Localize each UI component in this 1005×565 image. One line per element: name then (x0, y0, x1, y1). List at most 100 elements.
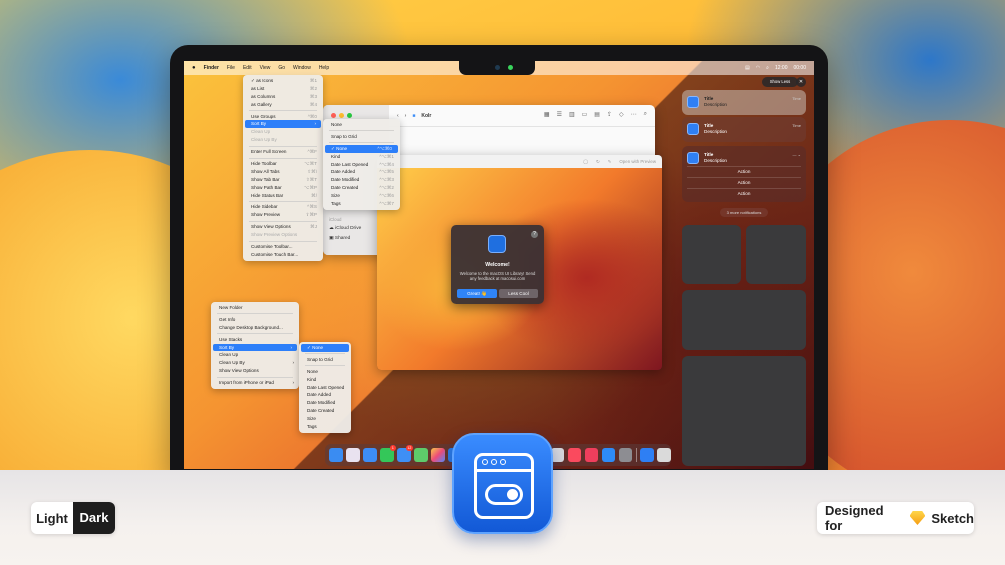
launchpad-icon[interactable] (346, 448, 360, 462)
menu-item[interactable]: Show View Options ⌘J (243, 223, 323, 231)
menu-item[interactable]: Clean Up (211, 351, 299, 359)
forward-icon[interactable]: › (405, 113, 407, 119)
menu-item[interactable]: Customise Toolbar... (243, 243, 323, 251)
menu-edit[interactable]: Edit (243, 65, 252, 71)
view-icons-icon[interactable]: ▦ (544, 111, 550, 118)
notification-3[interactable]: Title Description — ⌄ Action Action Acti… (682, 146, 806, 202)
menu-item[interactable]: Hide Status Bar ⌘/ (243, 192, 323, 200)
menu-item[interactable]: Date Added (299, 391, 351, 399)
menu-window[interactable]: Window (293, 65, 311, 71)
menu-item[interactable]: as Gallery ⌘4 (243, 101, 323, 109)
menu-item[interactable]: Use Stacks (211, 336, 299, 344)
show-less-button[interactable]: Show Less (762, 77, 798, 87)
menu-item[interactable]: Snap to Grid (323, 133, 400, 141)
menu-item[interactable]: Change Desktop Background... (211, 324, 299, 332)
widget-large[interactable] (682, 356, 806, 466)
menu-item[interactable]: Use Groups ^⌘0 (243, 113, 323, 121)
menu-item[interactable]: Size ^⌥⌘6 (323, 192, 400, 200)
control-center-icon[interactable]: ▤ (745, 65, 750, 71)
search-icon[interactable]: ⌕ (766, 65, 769, 71)
back-icon[interactable]: ‹ (397, 113, 399, 119)
minimize-button[interactable] (339, 113, 344, 118)
menu-help[interactable]: Help (319, 65, 329, 71)
menu-item[interactable]: Import from iPhone or iPad › (211, 379, 299, 387)
less-cool-button[interactable]: Less Cool (499, 289, 538, 298)
finder-icon[interactable] (329, 448, 343, 462)
action-button[interactable]: Action (687, 177, 801, 187)
menu-item[interactable]: Sort By › (213, 343, 297, 352)
markup-icon[interactable]: ✎ (608, 159, 612, 165)
music-icon[interactable] (567, 448, 582, 462)
menu-item[interactable]: Enter Full Screen ^⌘F (243, 148, 323, 156)
menu-item[interactable]: Hide Toolbar ⌥⌘T (243, 160, 323, 168)
view-gallery-icon[interactable]: ▭ (582, 111, 588, 118)
app-store-icon[interactable] (601, 448, 616, 462)
appearance-toggle[interactable]: Light Dark (31, 502, 115, 534)
menu-item[interactable]: Date Last Opened ^⌥⌘4 (323, 161, 400, 169)
menu-item[interactable]: Show View Options (211, 367, 299, 375)
menu-app-name[interactable]: Finder (204, 65, 219, 71)
menu-item[interactable]: Date Modified ^⌥⌘3 (323, 176, 400, 184)
group-icon[interactable]: ▤ (594, 111, 600, 118)
view-list-icon[interactable]: ☰ (557, 111, 562, 118)
close-button[interactable] (331, 113, 336, 118)
menu-item[interactable]: Date Created ^⌥⌘2 (323, 184, 400, 192)
menu-item[interactable]: Customise Touch Bar... (243, 251, 323, 259)
action-button[interactable]: Action (687, 166, 801, 176)
menu-item[interactable]: Date Added ^⌥⌘5 (323, 168, 400, 176)
notification-controls[interactable]: — ⌄ (793, 152, 801, 157)
notification-1[interactable]: Title Description Time (682, 90, 806, 115)
rotate-icon[interactable]: ↻ (596, 159, 600, 165)
menu-item[interactable]: Kind (299, 376, 351, 384)
app-window-icon[interactable] (640, 448, 654, 462)
menu-item[interactable]: Show Tab Bar ⇧⌘T (243, 176, 323, 184)
zoom-button[interactable] (347, 113, 352, 118)
menu-item[interactable]: as List ⌘2 (243, 85, 323, 93)
close-icon[interactable]: ✕ (796, 77, 806, 87)
menu-item[interactable]: Kind ^⌥⌘1 (323, 153, 400, 161)
menu-item[interactable]: ✓ as Icons ⌘1 (243, 77, 323, 85)
menu-item[interactable]: Date Created (299, 407, 351, 415)
sidebar-item-icloud-drive[interactable]: ☁ iCloud Drive (329, 226, 361, 231)
tag-icon[interactable]: ◇ (619, 111, 624, 118)
photos-icon[interactable] (431, 448, 445, 462)
search-icon[interactable]: ⌕ (644, 111, 647, 118)
open-with-button[interactable]: Open with Preview (619, 159, 656, 164)
menu-item[interactable]: Show Path Bar ⌥⌘P (243, 184, 323, 192)
widget-small[interactable] (682, 225, 741, 284)
menu-item[interactable]: Hide Sidebar ^⌘S (243, 203, 323, 211)
maps-icon[interactable] (414, 448, 428, 462)
more-icon[interactable]: ⋯ (631, 111, 637, 118)
messages-icon[interactable]: 1 (380, 445, 396, 462)
menu-item[interactable]: New Folder (211, 304, 299, 312)
menu-item[interactable]: ✓ None (301, 344, 349, 352)
menu-go[interactable]: Go (278, 65, 285, 71)
widget-medium[interactable] (682, 290, 806, 350)
great-button[interactable]: Great! 👋 (457, 289, 497, 298)
menu-item[interactable]: Sort By › (245, 120, 321, 129)
menu-item[interactable]: Date Last Opened (299, 384, 351, 392)
menu-item[interactable]: Tags ^⌥⌘7 (323, 200, 400, 208)
info-icon[interactable]: ◯ (583, 159, 588, 165)
view-columns-icon[interactable]: ▥ (569, 111, 575, 118)
menu-item[interactable]: Show All Tabs ⇧⌘\ (243, 168, 323, 176)
notification-2[interactable]: Title Description Time (682, 117, 806, 142)
menu-item[interactable]: ✓ None ^⌥⌘0 (325, 144, 398, 153)
sidebar-item-shared[interactable]: ▣ Shared (329, 236, 350, 241)
trash-icon[interactable] (657, 448, 671, 462)
share-icon[interactable]: ⇪ (607, 111, 612, 118)
widget-small[interactable] (746, 225, 806, 284)
news-icon[interactable] (584, 448, 599, 462)
settings-icon[interactable] (618, 448, 633, 462)
menu-item[interactable]: Snap to Grid (299, 356, 351, 364)
menu-item[interactable]: Get Info (211, 316, 299, 324)
menu-clock[interactable]: 00:00 (793, 65, 806, 71)
action-button[interactable]: Action (687, 188, 801, 198)
menu-item[interactable]: Tags (299, 423, 351, 431)
help-button[interactable]: ? (531, 231, 538, 238)
menu-item[interactable]: as Columns ⌘3 (243, 93, 323, 101)
wifi-icon[interactable]: ◠ (756, 65, 760, 71)
more-notifications-button[interactable]: 3 more notifications (720, 208, 768, 217)
menu-clock-short[interactable]: 12:00 (775, 65, 788, 71)
menu-item[interactable]: Show Preview ⇧⌘P (243, 211, 323, 219)
